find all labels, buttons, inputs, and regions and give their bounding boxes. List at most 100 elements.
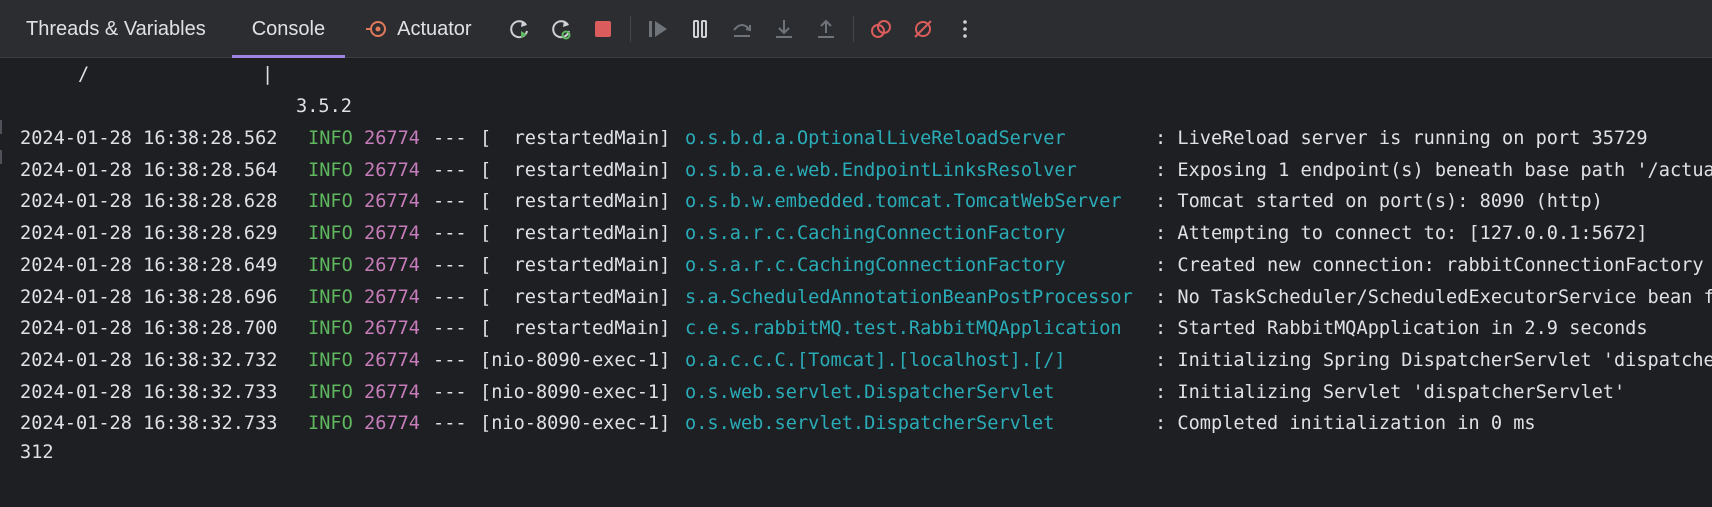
log-line: 2024-01-28 16:38:32.733 INFO 26774 --- [nio-…	[0, 378, 1712, 408]
log-msg: : Completed initialization in 0 ms	[1155, 413, 1536, 435]
log-sep: ---	[433, 128, 467, 149]
toolbar-divider	[852, 15, 854, 42]
log-logger: o.s.web.servlet.DispatcherServlet	[685, 413, 1055, 435]
log-msg: : Created new connection: rabbitConnecti…	[1155, 254, 1704, 276]
log-thread: [nio-8090-exec-1]	[480, 413, 671, 435]
rerun-icon[interactable]	[501, 11, 537, 47]
step-into-icon[interactable]	[766, 11, 802, 47]
log-pid: 26774	[364, 349, 420, 371]
log-level: INFO	[308, 128, 353, 149]
log-thread: [nio-8090-exec-1]	[480, 381, 671, 403]
log-thread: [ restartedMain]	[480, 254, 671, 276]
log-pid: 26774	[364, 381, 420, 403]
log-msg: : Attempting to connect to: [127.0.0.1:5…	[1155, 223, 1648, 245]
stop-icon[interactable]	[585, 11, 621, 47]
tab-threads-variables[interactable]: Threads & Variables	[0, 0, 232, 58]
log-logger: o.s.a.r.c.CachingConnectionFactory	[685, 254, 1066, 276]
log-level: INFO	[308, 381, 353, 403]
log-pid: 26774	[364, 286, 420, 308]
log-sep: ---	[433, 349, 467, 371]
log-msg: : LiveReload server is running on port 3…	[1155, 128, 1648, 149]
log-ts: 2024-01-28 16:38:28.562	[20, 128, 278, 149]
log-pid: 26774	[364, 191, 420, 213]
log-sep: ---	[433, 159, 467, 181]
log-thread: [ restartedMain]	[480, 191, 671, 213]
log-sep: ---	[433, 191, 467, 213]
banner-slash: /	[78, 64, 90, 85]
log-msg: : Tomcat started on port(s): 8090 (http)	[1155, 191, 1603, 213]
log-sep: ---	[433, 413, 467, 435]
restart-debug-icon[interactable]	[543, 11, 579, 47]
log-line: 2024-01-28 16:38:28.629 INFO 26774 --- [ res…	[0, 219, 1712, 249]
log-ts: 2024-01-28 16:38:28.696	[20, 286, 278, 308]
log-level: INFO	[308, 286, 353, 308]
log-ts: 2024-01-28 16:38:28.649	[20, 254, 278, 276]
log-logger: o.s.b.d.a.OptionalLiveReloadServer	[685, 128, 1066, 149]
view-breakpoints-icon[interactable]	[863, 11, 899, 47]
more-options-icon[interactable]	[947, 11, 983, 47]
console-output[interactable]: / | 3.5.2 2024-01-28 16:38:28.562 INFO 267…	[0, 58, 1712, 507]
log-logger: o.s.web.servlet.DispatcherServlet	[685, 381, 1055, 403]
log-ts: 2024-01-28 16:38:28.700	[20, 318, 278, 340]
step-out-icon[interactable]	[808, 11, 844, 47]
log-thread: [ restartedMain]	[480, 318, 671, 340]
log-line: 2024-01-28 16:38:32.733 INFO 26774 --- [nio-…	[0, 409, 1712, 439]
log-logger: o.s.b.a.e.web.EndpointLinksResolver	[685, 159, 1077, 181]
log-level: INFO	[308, 318, 353, 340]
log-logger: s.a.ScheduledAnnotationBeanPostProcessor	[685, 286, 1133, 308]
log-ts: 2024-01-28 16:38:28.564	[20, 159, 278, 181]
banner-pipe: |	[262, 64, 274, 85]
tab-console[interactable]: Console	[231, 0, 346, 58]
tab-label: Threads & Variables	[26, 17, 206, 40]
log-msg: : Started RabbitMQApplication in 2.9 sec…	[1155, 318, 1648, 340]
log-logger: o.s.a.r.c.CachingConnectionFactory	[685, 223, 1066, 245]
log-sep: ---	[433, 254, 467, 276]
log-sep: ---	[433, 318, 467, 340]
log-msg: : Initializing Spring DispatcherServlet …	[1155, 349, 1712, 371]
toolbar-divider	[629, 15, 631, 42]
log-ts: 2024-01-28 16:38:32.733	[20, 413, 278, 435]
log-level: INFO	[308, 159, 353, 181]
log-line: 2024-01-28 16:38:28.649 INFO 26774 --- [ res…	[0, 251, 1712, 281]
mute-breakpoints-icon[interactable]	[905, 11, 941, 47]
log-line: 2024-01-28 16:38:28.700 INFO 26774 --- [ res…	[0, 314, 1712, 344]
log-logger: o.s.b.w.embedded.tomcat.TomcatWebServer	[685, 191, 1122, 213]
log-line: 2024-01-28 16:38:32.732 INFO 26774 --- [nio-…	[0, 346, 1712, 376]
trailing-output: 312	[20, 442, 54, 463]
log-logger: c.e.s.rabbitMQ.test.RabbitMQApplication	[685, 318, 1122, 340]
log-pid: 26774	[364, 254, 420, 276]
log-line: 2024-01-28 16:38:28.628 INFO 26774 --- [ res…	[0, 187, 1712, 217]
log-level: INFO	[308, 413, 353, 435]
tab-label: Console	[251, 17, 326, 40]
log-level: INFO	[308, 254, 353, 276]
log-sep: ---	[433, 223, 467, 245]
log-pid: 26774	[364, 413, 420, 435]
log-line: 2024-01-28 16:38:28.564 INFO 26774 --- [ res…	[0, 156, 1712, 186]
log-sep: ---	[433, 381, 467, 403]
log-thread: [ restartedMain]	[480, 223, 671, 245]
log-ts: 2024-01-28 16:38:28.628	[20, 191, 278, 213]
log-line: 2024-01-28 16:38:28.562 INFO 26774 --- [ res…	[0, 124, 1712, 154]
log-msg: : Initializing Servlet 'dispatcherServle…	[1155, 381, 1626, 403]
log-thread: [ restartedMain]	[480, 286, 671, 308]
log-msg: : No TaskScheduler/ScheduledExecutorServ…	[1155, 286, 1712, 308]
debug-toolbar: Threads & Variables Console Actuator	[0, 0, 1712, 58]
log-pid: 26774	[364, 223, 420, 245]
log-pid: 26774	[364, 159, 420, 181]
log-thread: [ restartedMain]	[480, 128, 671, 149]
tab-actuator[interactable]: Actuator	[345, 0, 491, 58]
debug-actions	[492, 0, 986, 57]
resume-icon[interactable]	[640, 11, 676, 47]
log-level: INFO	[308, 191, 353, 213]
pause-icon[interactable]	[682, 11, 718, 47]
step-over-icon[interactable]	[724, 11, 760, 47]
actuator-icon	[365, 17, 389, 41]
log-line: 2024-01-28 16:38:28.696 INFO 26774 --- [ res…	[0, 283, 1712, 313]
log-pid: 26774	[364, 128, 420, 149]
spring-version: 3.5.2	[296, 96, 352, 117]
log-msg: : Exposing 1 endpoint(s) beneath base pa…	[1155, 159, 1712, 181]
log-pid: 26774	[364, 318, 420, 340]
log-ts: 2024-01-28 16:38:28.629	[20, 223, 278, 245]
log-ts: 2024-01-28 16:38:32.732	[20, 349, 278, 371]
log-thread: [ restartedMain]	[480, 159, 671, 181]
